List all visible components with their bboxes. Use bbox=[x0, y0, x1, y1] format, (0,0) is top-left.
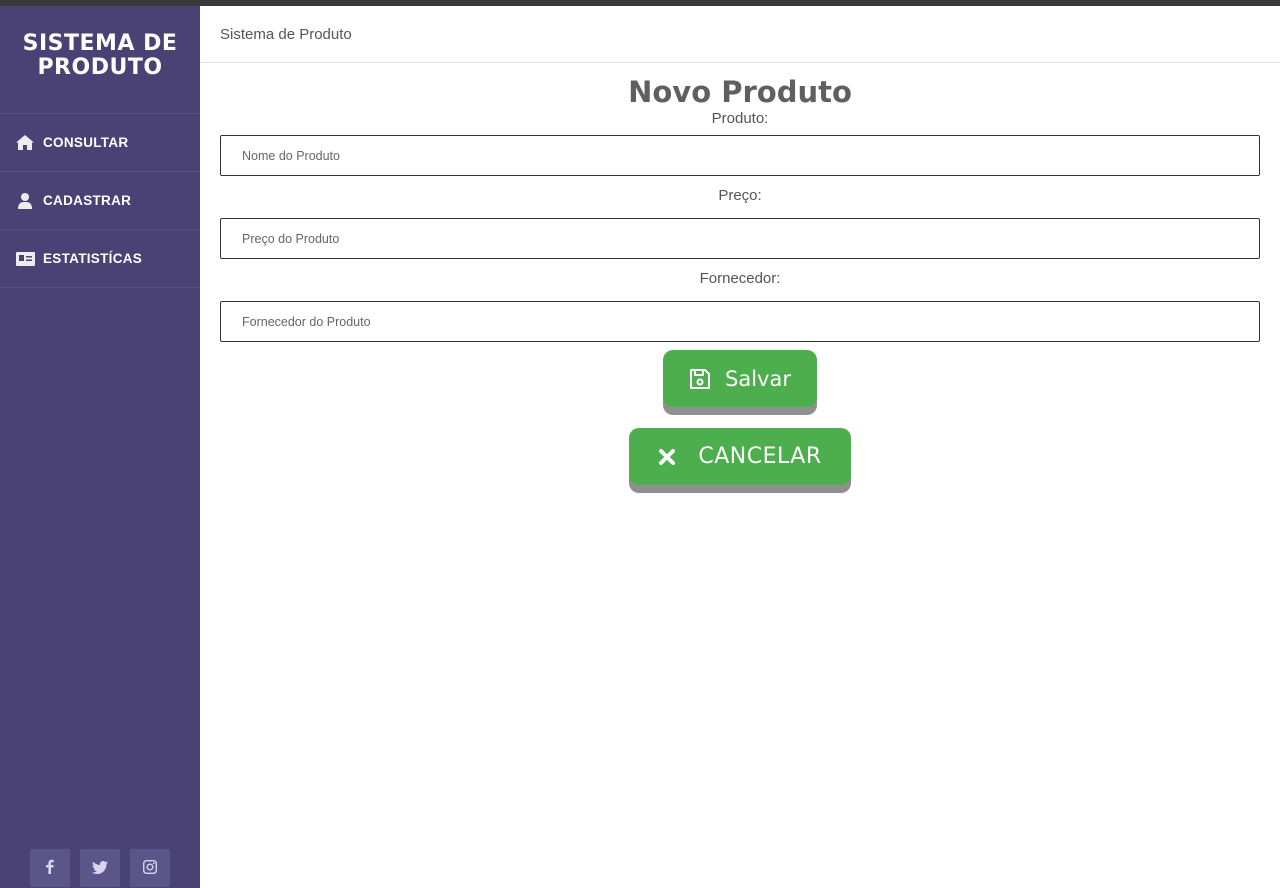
sidebar-item-label: CONSULTAR bbox=[43, 135, 129, 150]
preco-label: Preço: bbox=[718, 187, 762, 204]
facebook-button[interactable] bbox=[30, 849, 70, 887]
product-form: Novo Produto Produto: Preço: Fornecedor:… bbox=[200, 76, 1280, 485]
fornecedor-label: Fornecedor: bbox=[699, 270, 781, 287]
fornecedor-input[interactable] bbox=[220, 301, 1260, 342]
header-title: Sistema de Produto bbox=[220, 25, 352, 43]
top-bar: Sistema de Produto bbox=[200, 6, 1280, 63]
main-panel: Sistema de Produto Novo Produto Produto:… bbox=[200, 6, 1280, 888]
page-title: Novo Produto bbox=[628, 75, 852, 109]
facebook-icon bbox=[46, 859, 54, 878]
sidebar-item-label: ESTATISTÍCAS bbox=[43, 251, 143, 266]
brand-title: SISTEMA DE PRODUTO bbox=[22, 30, 178, 80]
id-card-icon bbox=[15, 251, 35, 267]
save-button-label: Salvar bbox=[725, 366, 791, 391]
brand: SISTEMA DE PRODUTO bbox=[0, 6, 200, 114]
social-links bbox=[30, 849, 170, 887]
preco-input[interactable] bbox=[220, 218, 1260, 259]
sidebar: SISTEMA DE PRODUTO CONSULTAR CADASTRAR E… bbox=[0, 6, 200, 888]
instagram-icon bbox=[143, 859, 157, 878]
twitter-button[interactable] bbox=[80, 849, 120, 887]
floppy-disk-icon bbox=[689, 368, 711, 390]
sidebar-item-consultar[interactable]: CONSULTAR bbox=[0, 114, 200, 172]
sidebar-item-label: CADASTRAR bbox=[43, 193, 132, 208]
sidebar-item-estatisticas[interactable]: ESTATISTÍCAS bbox=[0, 230, 200, 288]
home-icon bbox=[15, 135, 35, 151]
close-icon bbox=[658, 448, 676, 466]
sidebar-item-cadastrar[interactable]: CADASTRAR bbox=[0, 172, 200, 230]
save-button[interactable]: Salvar bbox=[663, 350, 817, 407]
instagram-button[interactable] bbox=[130, 849, 170, 887]
cancel-button[interactable]: CANCELAR bbox=[629, 428, 851, 485]
twitter-icon bbox=[92, 859, 108, 878]
produto-input[interactable] bbox=[220, 135, 1260, 176]
produto-label: Produto: bbox=[711, 110, 769, 127]
user-icon bbox=[15, 192, 35, 209]
cancel-button-label: CANCELAR bbox=[698, 444, 822, 469]
